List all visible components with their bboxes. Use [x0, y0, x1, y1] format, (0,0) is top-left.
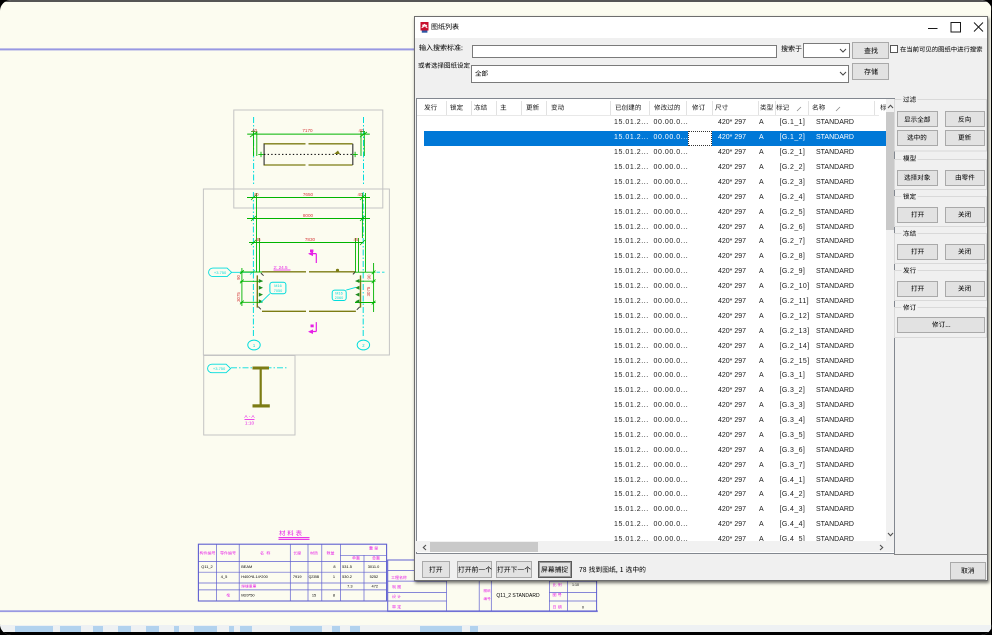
svg-text:H400*8-14*200: H400*8-14*200: [241, 574, 268, 579]
svg-text:5252: 5252: [370, 574, 379, 579]
svg-text:8000: 8000: [303, 213, 314, 218]
svg-text:40: 40: [253, 192, 259, 197]
svg-text:1:10: 1:10: [245, 421, 255, 427]
svg-text:0: 0: [582, 604, 585, 609]
svg-text:2: 24.5: 2: 24.5: [274, 265, 288, 270]
svg-text:472: 472: [372, 584, 379, 589]
svg-text:7170: 7170: [302, 128, 313, 133]
svg-text:Q235B: Q235B: [309, 575, 320, 579]
svg-text:Q11_2: Q11_2: [201, 564, 212, 569]
svg-text:7.3: 7.3: [347, 584, 352, 589]
svg-text:7050: 7050: [274, 289, 282, 293]
svg-text:+3.750: +3.750: [214, 270, 227, 275]
svg-text:7650: 7650: [303, 192, 314, 197]
svg-text:M16: M16: [274, 284, 281, 288]
svg-text:3011.0: 3011.0: [368, 564, 380, 569]
svg-text:Q11_2 STANDARD: Q11_2 STANDARD: [496, 593, 540, 599]
svg-text:40: 40: [252, 128, 258, 133]
svg-text:15: 15: [312, 593, 316, 598]
svg-text:40: 40: [357, 192, 363, 197]
svg-text:1: 1: [333, 574, 335, 579]
svg-text:4_5: 4_5: [221, 574, 228, 579]
svg-text:45: 45: [353, 237, 359, 242]
svg-text:531.5: 531.5: [342, 564, 352, 569]
svg-text:M16: M16: [335, 292, 342, 296]
svg-text:1:10: 1:10: [572, 583, 579, 587]
svg-text:+3.750: +3.750: [213, 366, 226, 371]
svg-text:530.2: 530.2: [342, 574, 352, 579]
svg-text:40: 40: [358, 128, 364, 133]
svg-text:2060: 2060: [335, 296, 343, 300]
svg-text:8: 8: [333, 564, 335, 569]
svg-text:M20*50: M20*50: [241, 593, 255, 598]
svg-text:1: 1: [253, 343, 256, 348]
svg-text:7830: 7830: [305, 237, 316, 242]
svg-text:90: 90: [367, 274, 372, 279]
svg-text:8: 8: [333, 593, 335, 598]
svg-text:3075: 3075: [366, 286, 371, 296]
svg-text:45: 45: [255, 237, 261, 242]
svg-text:90: 90: [236, 275, 241, 280]
svg-text:2: 2: [362, 343, 365, 348]
svg-text:BEAM: BEAM: [241, 564, 252, 569]
svg-text:3075: 3075: [236, 292, 241, 302]
svg-text:7919: 7919: [293, 574, 302, 579]
